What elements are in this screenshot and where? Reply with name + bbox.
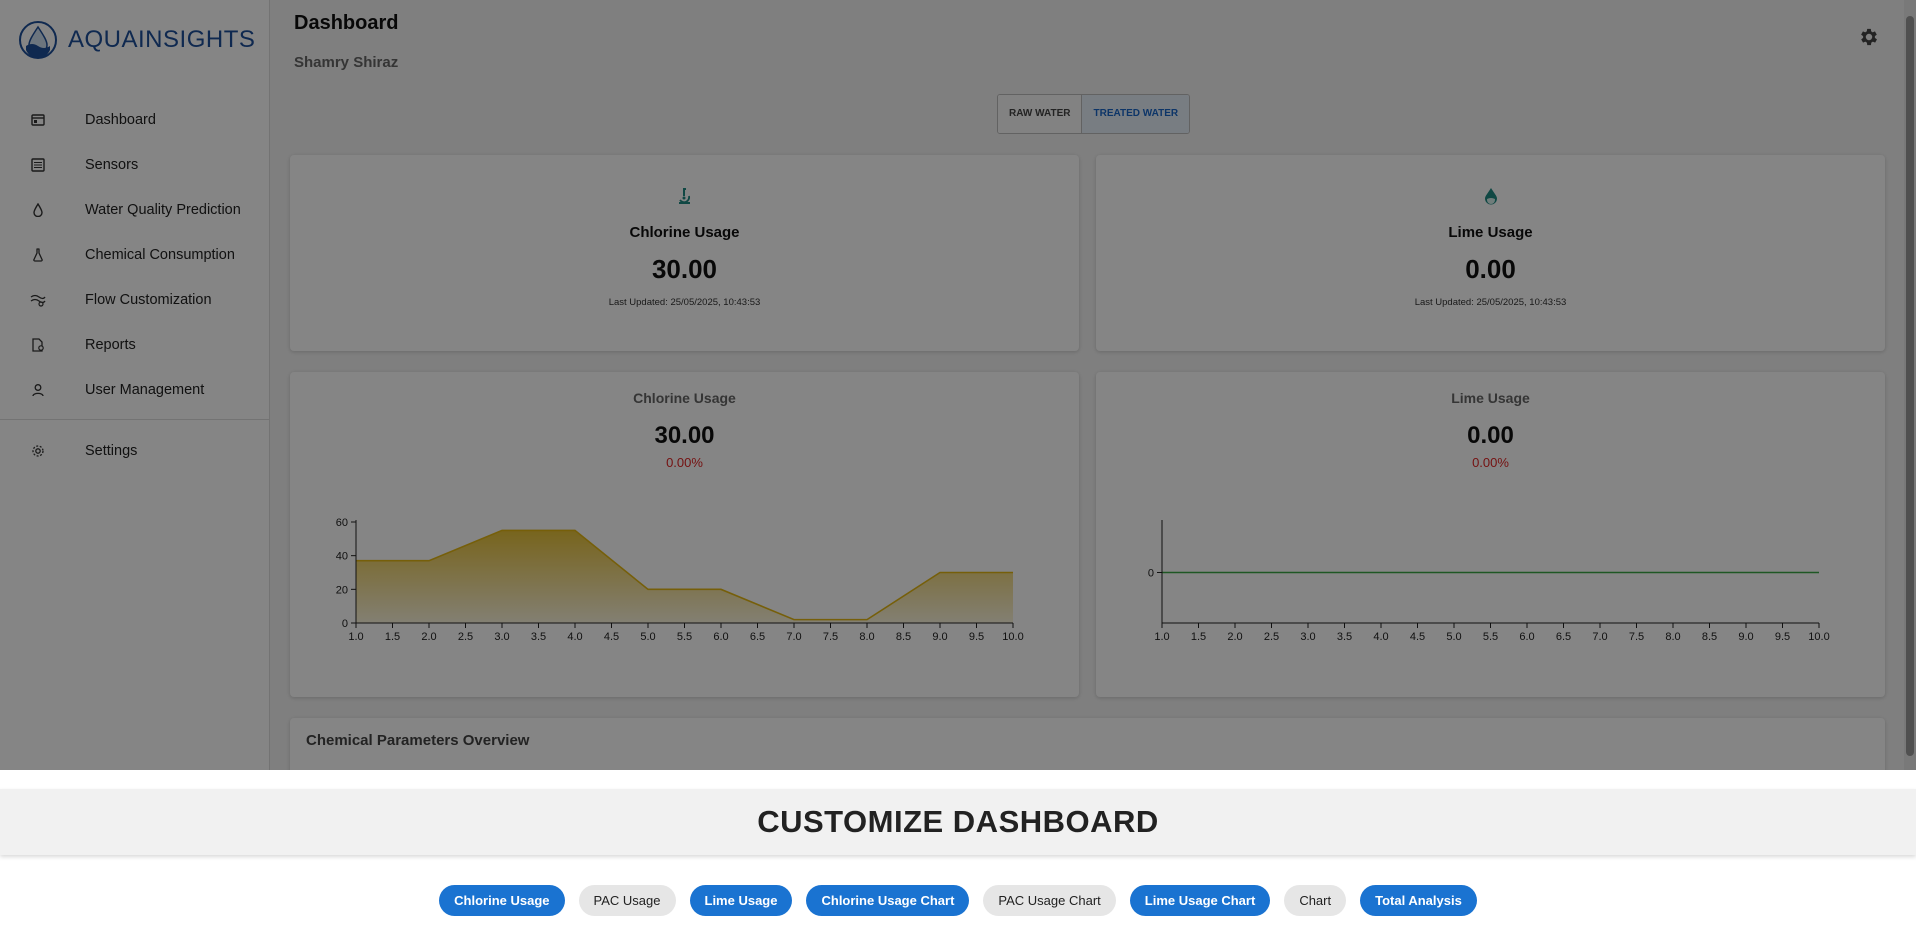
- chip-chart[interactable]: Chart: [1284, 885, 1347, 916]
- chip-pac-usage[interactable]: PAC Usage: [578, 885, 676, 916]
- modal-backdrop[interactable]: [0, 0, 1916, 770]
- customize-title: CUSTOMIZE DASHBOARD: [757, 804, 1159, 839]
- customize-header: CUSTOMIZE DASHBOARD: [0, 789, 1916, 855]
- chip-chlorine-usage-chart[interactable]: Chlorine Usage Chart: [806, 885, 970, 916]
- chip-lime-usage[interactable]: Lime Usage: [689, 885, 793, 916]
- customize-dashboard-panel: CUSTOMIZE DASHBOARD Chlorine Usage PAC Us…: [0, 770, 1916, 943]
- chip-total-analysis[interactable]: Total Analysis: [1360, 885, 1477, 916]
- app-background: AQUAINSIGHTS Dashboard Sensors Water Qua…: [0, 0, 1916, 770]
- chip-pac-usage-chart[interactable]: PAC Usage Chart: [983, 885, 1116, 916]
- chip-lime-usage-chart[interactable]: Lime Usage Chart: [1129, 885, 1271, 916]
- chip-chlorine-usage[interactable]: Chlorine Usage: [439, 885, 565, 916]
- widget-chip-list: Chlorine Usage PAC Usage Lime Usage Chlorin…: [0, 885, 1916, 916]
